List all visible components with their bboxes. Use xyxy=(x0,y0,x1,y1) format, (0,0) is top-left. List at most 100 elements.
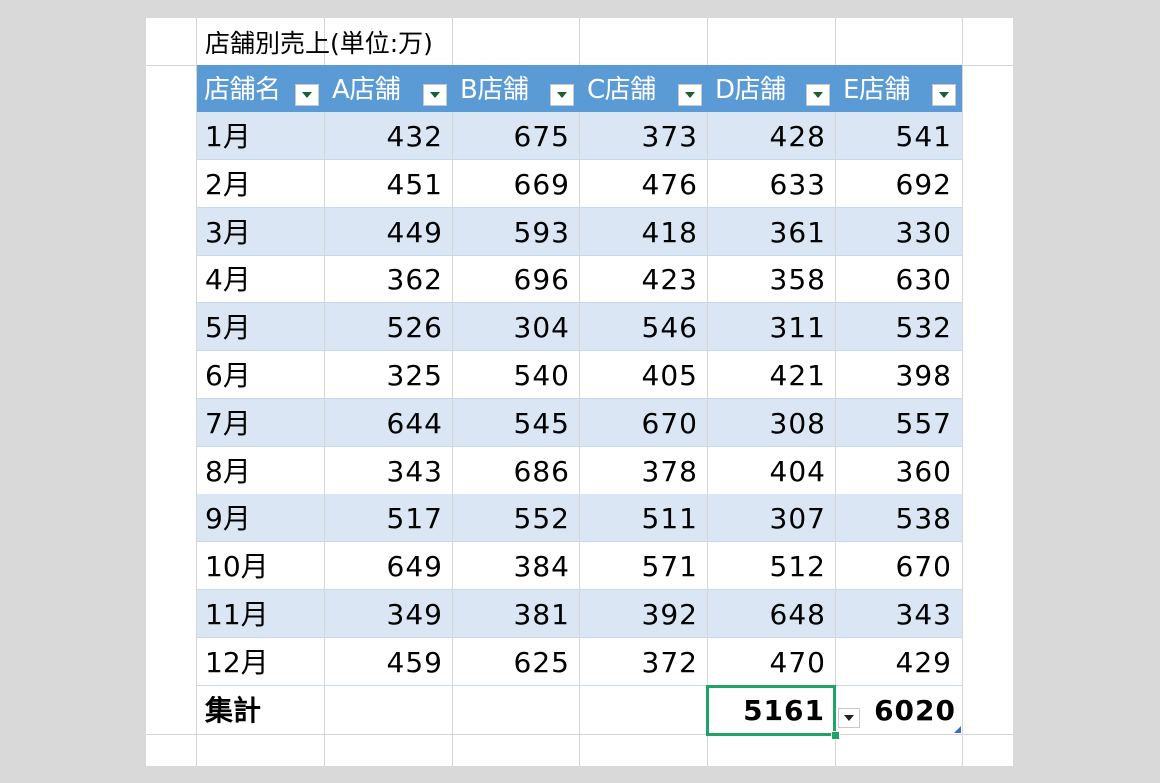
value-cell[interactable]: 307 xyxy=(708,494,836,542)
value-cell[interactable]: 392 xyxy=(580,590,708,638)
value-cell[interactable]: 644 xyxy=(325,399,453,447)
filter-dropdown-icon[interactable] xyxy=(423,84,447,106)
value-cell[interactable]: 325 xyxy=(325,351,453,399)
table-header-row: 店舗名 A店舗 B店舗 C店舗 D店舗 E店舗 xyxy=(197,65,962,112)
month-cell[interactable]: 2月 xyxy=(197,160,325,208)
cell-selection-border xyxy=(706,685,836,736)
value-cell[interactable]: 362 xyxy=(325,255,453,303)
header-cell-c[interactable]: C店舗 xyxy=(580,65,708,112)
header-label: 店舗名 xyxy=(204,75,281,105)
value-cell[interactable]: 593 xyxy=(453,208,580,256)
value-cell[interactable]: 449 xyxy=(325,208,453,256)
value-cell[interactable]: 421 xyxy=(708,351,836,399)
sheet-title[interactable]: 店舗別売上(単位:万) xyxy=(197,18,577,65)
header-cell-a[interactable]: A店舗 xyxy=(325,65,453,112)
value-cell[interactable]: 649 xyxy=(325,542,453,590)
table-resize-handle[interactable] xyxy=(954,726,961,733)
total-dropdown-icon[interactable] xyxy=(838,708,860,728)
total-label[interactable]: 集計 xyxy=(197,686,325,734)
value-cell[interactable]: 423 xyxy=(580,255,708,303)
month-cell[interactable]: 11月 xyxy=(197,590,325,638)
header-cell-e[interactable]: E店舗 xyxy=(836,65,962,112)
value-cell[interactable]: 540 xyxy=(453,351,580,399)
month-cell[interactable]: 5月 xyxy=(197,303,325,351)
value-cell[interactable]: 429 xyxy=(836,638,962,686)
value-cell[interactable]: 670 xyxy=(580,399,708,447)
value-cell[interactable]: 428 xyxy=(708,112,836,160)
value-cell[interactable]: 532 xyxy=(836,303,962,351)
value-cell[interactable]: 625 xyxy=(453,638,580,686)
filter-dropdown-icon[interactable] xyxy=(932,84,956,106)
value-cell[interactable]: 378 xyxy=(580,447,708,495)
header-cell-d[interactable]: D店舗 xyxy=(708,65,836,112)
filter-dropdown-icon[interactable] xyxy=(678,84,702,106)
value-cell[interactable]: 571 xyxy=(580,542,708,590)
value-cell[interactable]: 360 xyxy=(836,447,962,495)
value-cell[interactable]: 648 xyxy=(708,590,836,638)
header-cell-store[interactable]: 店舗名 xyxy=(197,65,325,112)
month-cell[interactable]: 6月 xyxy=(197,351,325,399)
value-cell[interactable]: 517 xyxy=(325,494,453,542)
value-cell[interactable]: 358 xyxy=(708,255,836,303)
filter-dropdown-icon[interactable] xyxy=(806,84,830,106)
month-cell[interactable]: 8月 xyxy=(197,447,325,495)
value-cell[interactable]: 373 xyxy=(580,112,708,160)
header-label: A店舗 xyxy=(332,75,401,105)
value-cell[interactable]: 372 xyxy=(580,638,708,686)
value-cell[interactable]: 546 xyxy=(580,303,708,351)
value-cell[interactable]: 633 xyxy=(708,160,836,208)
value-cell[interactable]: 381 xyxy=(453,590,580,638)
value-cell[interactable]: 526 xyxy=(325,303,453,351)
value-cell[interactable]: 311 xyxy=(708,303,836,351)
month-cell[interactable]: 1月 xyxy=(197,112,325,160)
value-cell[interactable]: 432 xyxy=(325,112,453,160)
spreadsheet-grid[interactable]: 店舗別売上(単位:万) 店舗名 A店舗 B店舗 C店舗 D店舗 E店舗 1月 43… xyxy=(146,18,1013,766)
value-cell[interactable]: 451 xyxy=(325,160,453,208)
month-cell[interactable]: 12月 xyxy=(197,638,325,686)
value-cell[interactable]: 630 xyxy=(836,255,962,303)
value-cell[interactable]: 476 xyxy=(580,160,708,208)
month-cell[interactable]: 9月 xyxy=(197,494,325,542)
value-cell[interactable]: 404 xyxy=(708,447,836,495)
month-cell[interactable]: 4月 xyxy=(197,255,325,303)
value-cell[interactable]: 384 xyxy=(453,542,580,590)
value-cell[interactable]: 545 xyxy=(453,399,580,447)
value-cell[interactable]: 669 xyxy=(453,160,580,208)
header-label: B店舗 xyxy=(460,75,529,105)
value-cell[interactable]: 405 xyxy=(580,351,708,399)
value-cell[interactable]: 304 xyxy=(453,303,580,351)
header-label: C店舗 xyxy=(587,75,656,105)
filter-dropdown-icon[interactable] xyxy=(295,84,319,106)
value-cell[interactable]: 349 xyxy=(325,590,453,638)
value-cell[interactable]: 557 xyxy=(836,399,962,447)
month-cell[interactable]: 3月 xyxy=(197,208,325,256)
value-cell[interactable]: 686 xyxy=(453,447,580,495)
value-cell[interactable]: 511 xyxy=(580,494,708,542)
filter-dropdown-icon[interactable] xyxy=(550,84,574,106)
value-cell[interactable]: 343 xyxy=(836,590,962,638)
value-cell[interactable]: 470 xyxy=(708,638,836,686)
value-cell[interactable]: 512 xyxy=(708,542,836,590)
value-cell[interactable]: 361 xyxy=(708,208,836,256)
grid-line xyxy=(962,18,963,766)
value-cell[interactable]: 692 xyxy=(836,160,962,208)
header-cell-b[interactable]: B店舗 xyxy=(453,65,580,112)
month-cell[interactable]: 7月 xyxy=(197,399,325,447)
header-label: D店舗 xyxy=(715,75,786,105)
value-cell[interactable]: 330 xyxy=(836,208,962,256)
value-cell[interactable]: 459 xyxy=(325,638,453,686)
month-cell[interactable]: 10月 xyxy=(197,542,325,590)
value-cell[interactable]: 538 xyxy=(836,494,962,542)
value-cell[interactable]: 670 xyxy=(836,542,962,590)
value-cell[interactable]: 675 xyxy=(453,112,580,160)
value-cell[interactable]: 343 xyxy=(325,447,453,495)
value-cell[interactable]: 552 xyxy=(453,494,580,542)
value-cell[interactable]: 541 xyxy=(836,112,962,160)
grid-line xyxy=(146,734,1013,735)
value-cell[interactable]: 308 xyxy=(708,399,836,447)
header-label: E店舗 xyxy=(843,75,910,105)
fill-handle[interactable] xyxy=(831,731,840,740)
value-cell[interactable]: 418 xyxy=(580,208,708,256)
value-cell[interactable]: 398 xyxy=(836,351,962,399)
value-cell[interactable]: 696 xyxy=(453,255,580,303)
